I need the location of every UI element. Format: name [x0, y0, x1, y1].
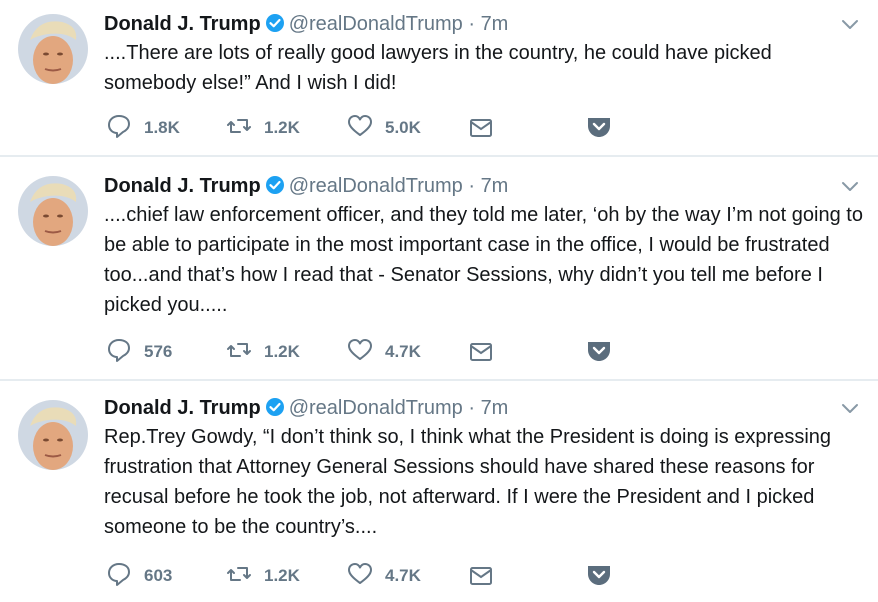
- pocket-save-icon[interactable]: [586, 338, 612, 364]
- envelope-icon[interactable]: [468, 339, 494, 365]
- avatar[interactable]: [18, 400, 88, 470]
- tweet-header: Donald J. Trump @realDonaldTrump · 7m: [104, 394, 508, 422]
- reply-icon: [106, 561, 132, 592]
- reply-button[interactable]: 1.8K: [106, 112, 180, 144]
- timestamp[interactable]: 7m: [481, 175, 509, 197]
- tweet-text: ....chief law enforcement officer, and t…: [104, 204, 863, 316]
- retweet-icon: [226, 561, 252, 592]
- like-button[interactable]: 4.7K: [347, 560, 421, 592]
- author-handle[interactable]: @realDonaldTrump: [289, 175, 463, 197]
- separator-dot: ·: [468, 175, 475, 197]
- avatar[interactable]: [18, 176, 88, 246]
- retweet-count: 1.2K: [264, 342, 300, 361]
- timestamp[interactable]: 7m: [481, 13, 509, 35]
- author-handle[interactable]: @realDonaldTrump: [289, 13, 463, 35]
- separator-dot: ·: [468, 397, 475, 419]
- like-count: 5.0K: [385, 118, 421, 137]
- reply-icon: [106, 113, 132, 144]
- pocket-save-icon[interactable]: [586, 114, 612, 140]
- reply-count: 603: [144, 566, 173, 585]
- retweet-button[interactable]: 1.2K: [226, 336, 300, 368]
- reply-button[interactable]: 603: [106, 560, 172, 592]
- retweet-icon: [226, 337, 252, 368]
- envelope-icon[interactable]: [468, 563, 494, 589]
- chevron-down-icon[interactable]: [838, 12, 862, 36]
- verified-badge-icon: [265, 397, 285, 417]
- tweet-actions: 576 1.2K 4.7K: [104, 336, 624, 368]
- tweet-header: Donald J. Trump @realDonaldTrump · 7m: [104, 172, 508, 200]
- like-button[interactable]: 5.0K: [347, 112, 421, 144]
- timestamp[interactable]: 7m: [481, 397, 509, 419]
- envelope-icon[interactable]: [468, 115, 494, 141]
- author-name[interactable]: Donald J. Trump: [104, 13, 261, 35]
- verified-badge-icon: [265, 175, 285, 195]
- tweet-actions: 1.8K 1.2K 5.0K: [104, 112, 624, 144]
- retweet-count: 1.2K: [264, 566, 300, 585]
- retweet-icon: [226, 113, 252, 144]
- like-count: 4.7K: [385, 566, 421, 585]
- author-handle[interactable]: @realDonaldTrump: [289, 397, 463, 419]
- reply-count: 576: [144, 342, 173, 361]
- chevron-down-icon[interactable]: [838, 396, 862, 420]
- avatar[interactable]: [18, 14, 88, 84]
- author-name[interactable]: Donald J. Trump: [104, 397, 261, 419]
- tweet-divider: [0, 155, 878, 157]
- like-button[interactable]: 4.7K: [347, 336, 421, 368]
- tweet-text: ....There are lots of really good lawyer…: [104, 42, 772, 94]
- verified-badge-icon: [265, 13, 285, 33]
- reply-icon: [106, 337, 132, 368]
- heart-icon: [347, 337, 373, 368]
- separator-dot: ·: [468, 13, 475, 35]
- reply-count: 1.8K: [144, 118, 180, 137]
- retweet-count: 1.2K: [264, 118, 300, 137]
- reply-button[interactable]: 576: [106, 336, 172, 368]
- heart-icon: [347, 561, 373, 592]
- tweet-text: Rep.Trey Gowdy, “I don’t think so, I thi…: [104, 426, 832, 538]
- retweet-button[interactable]: 1.2K: [226, 112, 300, 144]
- tweet-header: Donald J. Trump @realDonaldTrump · 7m: [104, 10, 508, 38]
- retweet-button[interactable]: 1.2K: [226, 560, 300, 592]
- like-count: 4.7K: [385, 342, 421, 361]
- tweet-actions: 603 1.2K 4.7K: [104, 560, 624, 592]
- pocket-save-icon[interactable]: [586, 562, 612, 588]
- author-name[interactable]: Donald J. Trump: [104, 175, 261, 197]
- heart-icon: [347, 113, 373, 144]
- tweet-divider: [0, 379, 878, 381]
- chevron-down-icon[interactable]: [838, 174, 862, 198]
